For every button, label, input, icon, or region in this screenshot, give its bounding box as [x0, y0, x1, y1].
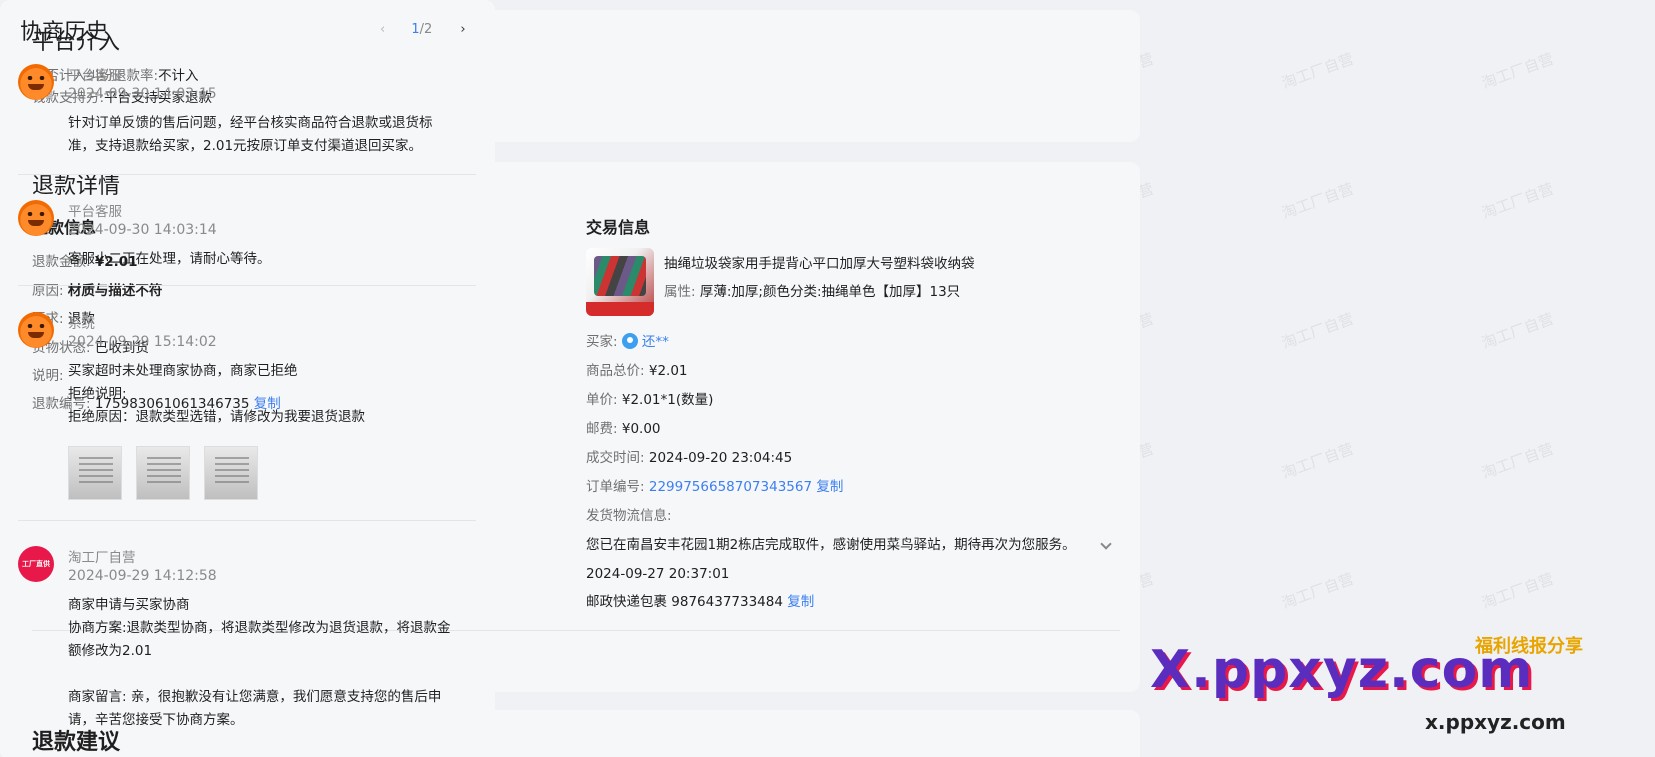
copy-tracking-button[interactable]: 复制 — [787, 594, 814, 610]
site-overlay-sub: x.ppxyz.com — [1425, 710, 1566, 734]
system-avatar — [18, 312, 54, 348]
product-thumbnail[interactable] — [586, 248, 654, 316]
history-text: 额修改为2.01 — [68, 643, 153, 659]
tracking-row: 邮政快递包裹 9876437733484 复制 — [586, 594, 815, 610]
refund-note-row: 说明: — [32, 368, 64, 384]
pager-prev-button[interactable]: ‹ — [380, 22, 385, 37]
history-time: 2024-09-29 15:14:02 — [68, 334, 217, 350]
history-text: 买家超时未处理商家协商，商家已拒绝 — [68, 363, 298, 379]
pager-next-button[interactable]: › — [460, 22, 465, 37]
watermark-text: 淘工厂自营 — [1479, 569, 1557, 613]
watermark-text: 淘工厂自营 — [1479, 439, 1557, 483]
history-text: 客服小二正在处理，请耐心等待。 — [68, 251, 271, 267]
refund-reason-row: 原因: 材质与描述不符 — [32, 283, 163, 299]
platform-service-avatar — [18, 200, 54, 236]
logistics-label: 发货物流信息: — [586, 508, 672, 524]
platform-service-avatar — [18, 64, 54, 100]
proof-image[interactable] — [136, 446, 190, 500]
order-number-link[interactable]: 2299756658707343567 — [649, 479, 812, 495]
buyer-name-link[interactable]: 还** — [642, 334, 669, 350]
unit-price-row: 单价: ¥2.01*1(数量) — [586, 392, 714, 408]
product-name[interactable]: 抽绳垃圾袋家用手提背心平口加厚大号塑料袋收纳袋 — [664, 254, 975, 274]
history-time: 2024-09-29 14:12:58 — [68, 568, 217, 584]
history-text: 针对订单反馈的售后问题，经平台核实商品符合退款或退货标 — [68, 115, 433, 131]
logistics-time: 2024-09-27 20:37:01 — [586, 566, 730, 582]
history-text: 准，支持退款给买家，2.01元按原订单支付渠道退回买家。 — [68, 138, 423, 154]
expand-logistics-chevron-icon[interactable] — [1100, 538, 1112, 550]
total-price-row: 商品总价: ¥2.01 — [586, 363, 688, 379]
product-attr-row: 属性: 厚薄:加厚;颜色分类:抽绳单色【加厚】13只 — [664, 284, 961, 300]
site-overlay-tag: 福利线报分享 — [1475, 636, 1583, 657]
watermark-text: 淘工厂自营 — [1279, 179, 1357, 223]
history-text: 商家申请与买家协商 — [68, 597, 190, 613]
pager-current: 1 — [411, 22, 420, 37]
history-text: 拒绝原因：退款类型选错，请修改为我要退货退款 — [68, 409, 365, 425]
history-pager: ‹ 1/2 › — [380, 22, 466, 37]
proof-image[interactable] — [204, 446, 258, 500]
order-number-row: 订单编号: 2299756658707343567 复制 — [586, 479, 844, 495]
trade-info-title: 交易信息 — [586, 218, 651, 237]
pager-total: /2 — [419, 22, 433, 37]
watermark-text: 淘工厂自营 — [1479, 49, 1557, 93]
history-author: 系统 — [68, 316, 95, 332]
deal-time-row: 成交时间: 2024-09-20 23:04:45 — [586, 450, 793, 466]
history-title: 协商历史 — [20, 20, 109, 45]
watermark-text: 淘工厂自营 — [1479, 179, 1557, 223]
history-text: 商家留言: 亲，很抱歉没有让您满意，我们愿意支持您的售后申 — [68, 689, 442, 705]
buyer-avatar-icon — [621, 333, 638, 349]
watermark-text: 淘工厂自营 — [1279, 439, 1357, 483]
history-time: 2024-09-30 14:03:14 — [68, 222, 217, 238]
history-author: 淘工厂自营 — [68, 550, 136, 566]
history-divider — [18, 285, 476, 286]
history-divider — [18, 520, 476, 521]
logistics-message: 您已在南昌安丰花园1期2栋店完成取件，感谢使用菜鸟驿站，期待再次为您服务。 — [586, 537, 1076, 553]
watermark-text: 淘工厂自营 — [1279, 49, 1357, 93]
history-time: 2024-09-30 14:03:15 — [68, 86, 217, 102]
watermark-text: 淘工厂自营 — [1279, 569, 1357, 613]
refund-title: 退款详情 — [32, 174, 121, 199]
proof-image[interactable] — [68, 446, 122, 500]
watermark-text: 淘工厂自营 — [1279, 309, 1357, 353]
history-author: 平台客服 — [68, 68, 122, 84]
history-text: 拒绝说明: — [68, 386, 127, 402]
history-author: 平台客服 — [68, 204, 122, 220]
history-divider — [18, 174, 476, 175]
shipping-fee-row: 邮费: ¥0.00 — [586, 421, 661, 437]
copy-order-number-button[interactable]: 复制 — [816, 479, 843, 495]
watermark-text: 淘工厂自营 — [1479, 309, 1557, 353]
buyer-row: 买家: 还** — [586, 333, 669, 350]
shop-avatar: 工厂直供 — [18, 546, 54, 582]
history-text: 协商方案:退款类型协商，将退款类型修改为退货退款，将退款金 — [68, 620, 451, 636]
history-text: 请，辛苦您接受下协商方案。 — [68, 712, 244, 728]
